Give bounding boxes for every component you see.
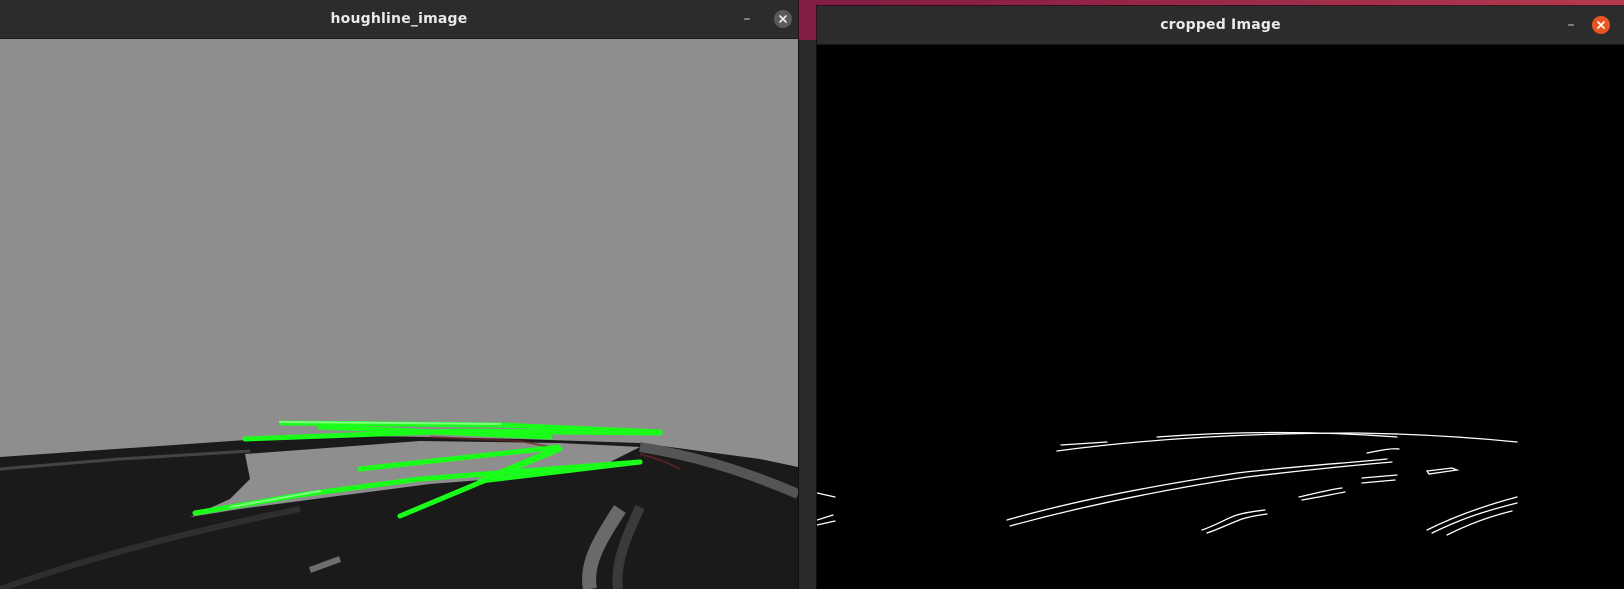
close-icon xyxy=(779,15,787,23)
minimize-icon: – xyxy=(1567,17,1575,33)
minimize-icon: – xyxy=(743,11,751,27)
window-title: houghline_image xyxy=(330,11,468,27)
cropped-image xyxy=(817,45,1624,589)
close-button[interactable] xyxy=(774,10,792,28)
close-button[interactable] xyxy=(1592,16,1610,34)
close-icon xyxy=(1597,21,1605,29)
cropped-titlebar[interactable]: cropped Image – xyxy=(817,6,1624,45)
houghline-titlebar[interactable]: houghline_image – xyxy=(0,0,798,39)
minimize-button[interactable]: – xyxy=(739,11,755,27)
houghline-window: houghline_image – xyxy=(0,0,798,589)
cropped-window: cropped Image – xyxy=(817,6,1624,589)
minimize-button[interactable]: – xyxy=(1563,17,1579,33)
houghline-image xyxy=(0,39,798,589)
window-title: cropped Image xyxy=(1160,17,1281,33)
